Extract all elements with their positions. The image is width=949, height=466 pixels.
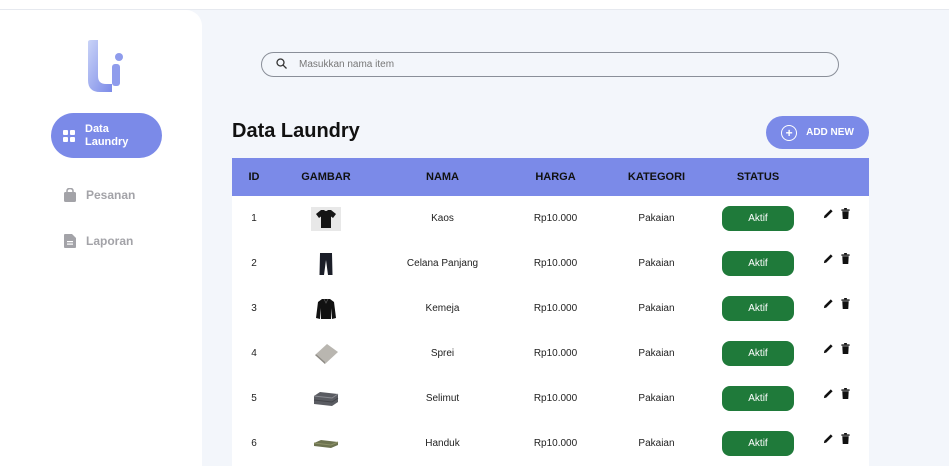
page-title: Data Laundry [232, 120, 360, 142]
sidebar-item-label: Data Laundry [85, 122, 129, 148]
cell-kategori: Pakaian [638, 438, 675, 449]
status-badge[interactable]: Aktif [722, 206, 794, 231]
cell-nama: Kaos [431, 213, 454, 224]
status-badge[interactable]: Aktif [722, 386, 794, 411]
towel-image [311, 432, 341, 456]
add-new-label: ADD NEW [806, 127, 854, 138]
table-row: 1 Kaos Rp10.000 Pakaian Aktif [232, 196, 869, 241]
laundry-table: ID GAMBAR NAMA HARGA KATEGORI STATUS 1 K… [232, 158, 869, 466]
delete-trash-icon[interactable] [840, 388, 851, 399]
app-logo [88, 40, 123, 92]
sidebar-item-label: Laporan [86, 234, 134, 248]
status-badge[interactable]: Aktif [722, 341, 794, 366]
cell-kategori: Pakaian [638, 303, 675, 314]
header-status: STATUS [736, 171, 780, 183]
header-nama: NAMA [426, 171, 459, 183]
delete-trash-icon[interactable] [840, 298, 851, 309]
edit-pencil-icon[interactable] [823, 388, 834, 399]
bag-icon [62, 187, 78, 203]
cell-harga: Rp10.000 [533, 438, 578, 449]
delete-trash-icon[interactable] [840, 253, 851, 264]
status-badge[interactable]: Aktif [722, 431, 794, 456]
cell-harga: Rp10.000 [533, 303, 578, 314]
grid-icon [61, 128, 77, 144]
header-gambar: GAMBAR [301, 171, 351, 183]
edit-pencil-icon[interactable] [823, 253, 834, 264]
status-badge[interactable]: Aktif [722, 251, 794, 276]
status-badge[interactable]: Aktif [722, 296, 794, 321]
cell-id: 3 [251, 303, 257, 314]
cell-nama: Celana Panjang [406, 258, 479, 269]
header-kategori: KATEGORI [627, 171, 686, 183]
cell-id: 4 [251, 348, 257, 359]
sidebar-item-pesanan[interactable]: Pesanan [62, 187, 135, 203]
add-new-button[interactable]: + ADD NEW [766, 116, 869, 149]
table-row: 5 Selimut Rp10.000 Pakaian Aktif [232, 376, 869, 421]
tshirt-image [311, 206, 341, 231]
table-row: 2 Celana Panjang Rp10.000 Pakaian Aktif [232, 241, 869, 286]
cell-nama: Kemeja [425, 303, 460, 314]
cell-kategori: Pakaian [638, 348, 675, 359]
cell-id: 5 [251, 393, 257, 404]
sidebar-item-laporan[interactable]: Laporan [62, 233, 133, 249]
cell-id: 6 [251, 438, 257, 449]
cell-kategori: Pakaian [638, 213, 675, 224]
cell-nama: Handuk [425, 438, 460, 449]
cell-harga: Rp10.000 [533, 393, 578, 404]
edit-pencil-icon[interactable] [823, 343, 834, 354]
pants-image [311, 252, 341, 276]
blanket-image [311, 387, 341, 411]
sheet-image [311, 342, 341, 366]
edit-pencil-icon[interactable] [823, 208, 834, 219]
edit-pencil-icon[interactable] [823, 298, 834, 309]
cell-kategori: Pakaian [638, 258, 675, 269]
search-icon [276, 56, 287, 74]
sidebar-item-data-laundry[interactable]: Data Laundry [51, 113, 162, 158]
delete-trash-icon[interactable] [840, 433, 851, 444]
shirt-image [311, 297, 341, 321]
edit-pencil-icon[interactable] [823, 433, 834, 444]
plus-circle-icon: + [781, 124, 798, 141]
search-bar[interactable] [261, 52, 839, 77]
cell-harga: Rp10.000 [533, 348, 578, 359]
cell-harga: Rp10.000 [533, 213, 578, 224]
delete-trash-icon[interactable] [840, 343, 851, 354]
cell-nama: Selimut [425, 393, 460, 404]
sidebar-item-label: Pesanan [86, 188, 136, 202]
table-row: 4 Sprei Rp10.000 Pakaian Aktif [232, 331, 869, 376]
cell-nama: Sprei [430, 348, 455, 359]
cell-kategori: Pakaian [638, 393, 675, 404]
cell-id: 2 [251, 258, 257, 269]
table-row: 3 Kemeja Rp10.000 Pakaian Aktif [232, 286, 869, 331]
header-harga: HARGA [535, 171, 576, 183]
document-icon [62, 233, 78, 249]
cell-id: 1 [251, 213, 257, 224]
table-header: ID GAMBAR NAMA HARGA KATEGORI STATUS [232, 158, 869, 196]
table-row: 6 Handuk Rp10.000 Pakaian Aktif [232, 421, 869, 466]
cell-harga: Rp10.000 [533, 258, 578, 269]
top-bar [0, 0, 949, 10]
header-id: ID [248, 171, 260, 183]
search-input[interactable] [299, 59, 799, 70]
delete-trash-icon[interactable] [840, 208, 851, 219]
